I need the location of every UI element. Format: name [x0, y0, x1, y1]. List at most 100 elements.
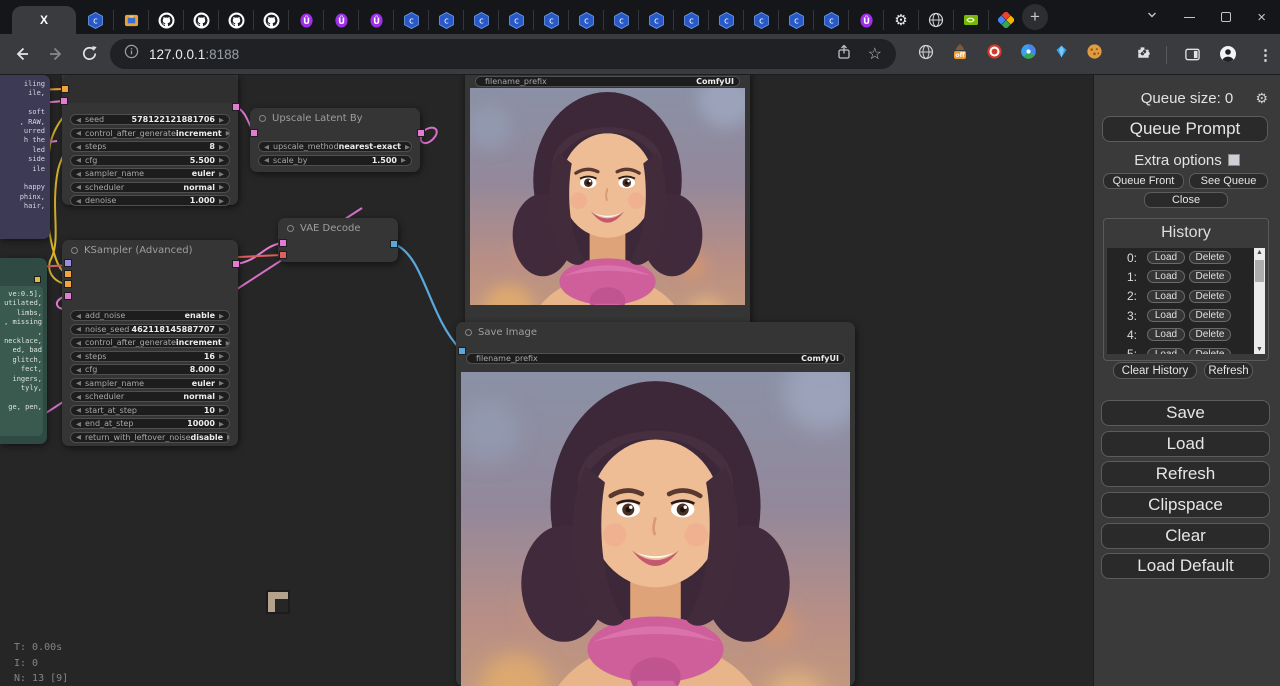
widget-start_at_step[interactable]: ◀start_at_step10▶ — [70, 405, 230, 416]
history-delete-button[interactable]: Delete — [1189, 348, 1231, 354]
extensions-puzzle-icon[interactable] — [1134, 45, 1151, 67]
widget-upscale_method[interactable]: ◀upscale_methodnearest-exact▶ — [258, 141, 412, 152]
back-icon[interactable] — [12, 44, 32, 69]
save-image-node[interactable]: Save Image filename_prefixComfyUI — [456, 322, 855, 686]
history-delete-button[interactable]: Delete — [1189, 309, 1231, 322]
widget-filename_prefix[interactable]: filename_prefixComfyUI — [475, 76, 740, 87]
opera-extension-icon[interactable] — [986, 43, 1003, 65]
url-text[interactable]: 127.0.0.1:8188 — [149, 47, 239, 62]
extra-options-checkbox[interactable] — [1228, 154, 1240, 166]
tab-favicon-comfy[interactable]: c — [463, 10, 498, 30]
close-button[interactable]: Close — [1144, 192, 1228, 208]
tab-favicon-comfy[interactable]: c — [498, 10, 533, 30]
scroll-down-icon[interactable]: ▼ — [1254, 346, 1265, 353]
forward-icon[interactable] — [46, 44, 66, 69]
upscale-latent-node[interactable]: Upscale Latent By ◀upscale_methodnearest… — [250, 108, 420, 172]
reload-icon[interactable] — [80, 44, 99, 68]
tab-favicon-comfy[interactable]: c — [78, 10, 113, 30]
node-header[interactable]: VAE Decode — [278, 218, 398, 238]
negative-prompt-node[interactable]: ve:0.5],utilated,limbs,, missing, neckla… — [0, 258, 47, 444]
gem-extension-icon[interactable] — [1054, 44, 1069, 64]
collapse-dot-icon[interactable] — [287, 225, 294, 232]
load-button[interactable]: Load — [1101, 431, 1270, 457]
collapse-dot-icon[interactable] — [259, 115, 266, 122]
widget-cfg[interactable]: ◀cfg8.000▶ — [70, 364, 230, 375]
site-info-icon[interactable] — [124, 44, 139, 64]
tab-favicon-comfy[interactable]: c — [638, 10, 673, 30]
clear-button[interactable]: Clear — [1101, 523, 1270, 549]
scroll-up-icon[interactable]: ▲ — [1254, 249, 1265, 256]
share-icon[interactable] — [836, 44, 852, 65]
profile-avatar[interactable] — [1219, 45, 1237, 68]
history-load-button[interactable]: Load — [1147, 290, 1185, 303]
vae-decode-node[interactable]: VAE Decode — [278, 218, 398, 262]
history-scrollbar[interactable]: ▲ ▼ — [1254, 248, 1265, 354]
history-load-button[interactable]: Load — [1147, 270, 1185, 283]
tab-favicon-github[interactable] — [253, 10, 288, 30]
widget-steps[interactable]: ◀steps16▶ — [70, 351, 230, 362]
widget-cfg[interactable]: ◀cfg5.500▶ — [70, 155, 230, 166]
minimize-icon[interactable] — [1184, 17, 1195, 18]
tab-search-chevron-icon[interactable] — [1146, 8, 1158, 26]
positive-prompt-node[interactable]: ilingile, soft, RAW,urredh theledsideile… — [0, 75, 50, 239]
clear-history-button[interactable]: Clear History — [1113, 362, 1197, 379]
widget-control_after_generate[interactable]: ◀control_after_generateincrement▶ — [70, 128, 230, 139]
tab-favicon-ultra[interactable]: Û — [288, 10, 323, 30]
history-delete-button[interactable]: Delete — [1189, 290, 1231, 303]
clipspace-button[interactable]: Clipspace — [1101, 492, 1270, 518]
tab-favicon-pinwheel[interactable] — [988, 10, 1023, 30]
widget-add_noise[interactable]: ◀add_noiseenable▶ — [70, 310, 230, 321]
history-delete-button[interactable]: Delete — [1189, 251, 1231, 264]
node-header[interactable] — [62, 75, 238, 103]
comfyui-canvas[interactable]: ilingile, soft, RAW,urredh theledsideile… — [0, 75, 1093, 686]
history-load-button[interactable]: Load — [1147, 328, 1185, 341]
globe-extension-icon[interactable] — [918, 44, 934, 65]
tab-favicon-comfy[interactable]: c — [743, 10, 778, 30]
widget-scheduler[interactable]: ◀schedulernormal▶ — [70, 391, 230, 402]
load-default-button[interactable]: Load Default — [1101, 553, 1270, 579]
collapse-dot-icon[interactable] — [71, 247, 78, 254]
tab-favicon-comfy[interactable]: c — [393, 10, 428, 30]
widget-sampler_name[interactable]: ◀sampler_nameeuler▶ — [70, 378, 230, 389]
tab-favicon-ultra[interactable]: Û — [848, 10, 883, 30]
widget-scale_by[interactable]: ◀scale_by1.500▶ — [258, 155, 412, 166]
tab-favicon-nvidia[interactable] — [953, 10, 988, 30]
refresh-button[interactable]: Refresh — [1101, 461, 1270, 487]
tab-favicon-comfy[interactable]: c — [428, 10, 463, 30]
widget-sampler_name[interactable]: ◀sampler_nameeuler▶ — [70, 168, 230, 179]
active-tab[interactable]: X — [12, 6, 76, 34]
tab-favicon-ultra[interactable]: Û — [323, 10, 358, 30]
tab-favicon-comfy[interactable]: c — [673, 10, 708, 30]
widget-scheduler[interactable]: ◀schedulernormal▶ — [70, 182, 230, 193]
ksampler-node[interactable]: ◀seed578122121881706▶◀control_after_gene… — [62, 75, 238, 205]
queue-prompt-button[interactable]: Queue Prompt — [1102, 116, 1268, 142]
see-queue-button[interactable]: See Queue — [1189, 173, 1268, 189]
side-panel-icon[interactable] — [1184, 46, 1201, 68]
restore-icon[interactable] — [1221, 12, 1231, 22]
node-header[interactable]: KSampler (Advanced) — [62, 240, 238, 260]
tab-favicon-github[interactable] — [183, 10, 218, 30]
widget-denoise[interactable]: ◀denoise1.000▶ — [70, 195, 230, 206]
queue-front-button[interactable]: Queue Front — [1103, 173, 1184, 189]
history-load-button[interactable]: Load — [1147, 309, 1185, 322]
node-header[interactable]: Save Image — [456, 322, 855, 342]
tab-favicon-appbox[interactable] — [113, 10, 148, 30]
tab-favicon-comfy[interactable]: c — [533, 10, 568, 30]
ball-extension-icon[interactable] — [1020, 43, 1037, 65]
tab-favicon-comfy[interactable]: c — [813, 10, 848, 30]
history-delete-button[interactable]: Delete — [1189, 328, 1231, 341]
save-button[interactable]: Save — [1101, 400, 1270, 426]
cookie-extension-icon[interactable] — [1086, 43, 1103, 65]
tab-favicon-github[interactable] — [148, 10, 183, 30]
collapse-dot-icon[interactable] — [465, 329, 472, 336]
tab-favicon-comfy[interactable]: c — [708, 10, 743, 30]
widget-end_at_step[interactable]: ◀end_at_step10000▶ — [70, 418, 230, 429]
settings-gear-icon[interactable]: ⚙ — [1255, 90, 1268, 107]
tab-favicon-ultra[interactable]: Û — [358, 10, 393, 30]
close-window-icon[interactable]: × — [1257, 10, 1266, 25]
bookmark-star-icon[interactable]: ☆ — [868, 44, 882, 64]
widget-filename_prefix[interactable]: filename_prefixComfyUI — [466, 353, 845, 364]
widget-control_after_generate[interactable]: ◀control_after_generateincrement▶ — [70, 337, 230, 348]
history-load-button[interactable]: Load — [1147, 251, 1185, 264]
history-refresh-button[interactable]: Refresh — [1204, 362, 1253, 379]
